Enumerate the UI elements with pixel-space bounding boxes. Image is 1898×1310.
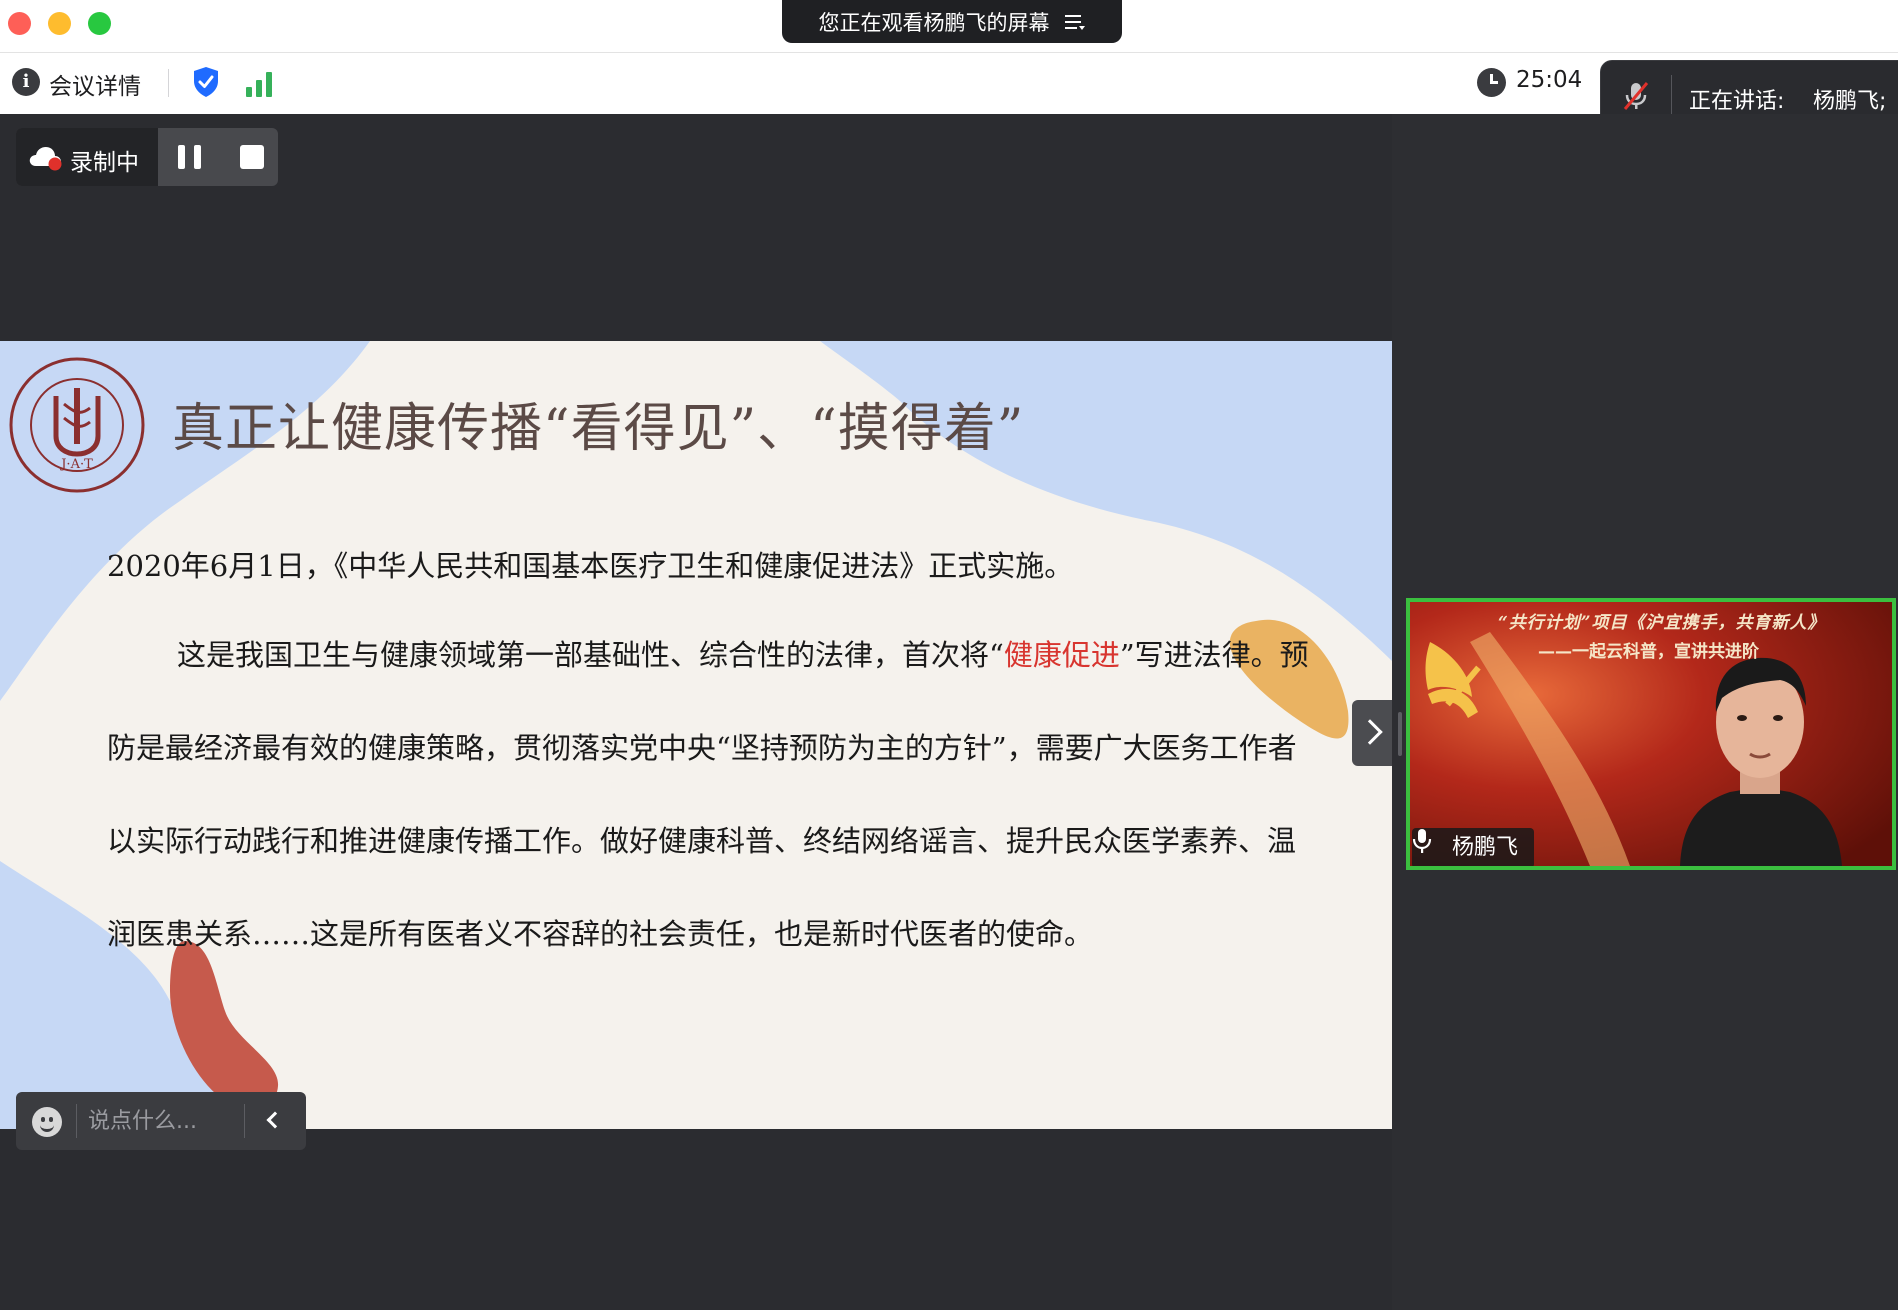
stop-recording-button[interactable] bbox=[240, 145, 264, 169]
sharing-banner[interactable]: 您正在观看杨鹏飞的屏幕 bbox=[782, 0, 1122, 43]
recording-label: 录制中 bbox=[70, 150, 139, 176]
logo-text: J·A·T bbox=[59, 457, 93, 472]
university-logo: J·A·T bbox=[9, 357, 145, 493]
next-page-button[interactable] bbox=[1352, 700, 1392, 766]
close-window-button[interactable] bbox=[8, 12, 31, 35]
video-banner-line2: ——一起云科普，宣讲共进阶 bbox=[1538, 642, 1759, 662]
clock-icon bbox=[1477, 68, 1506, 97]
mic-muted-icon[interactable] bbox=[1621, 81, 1651, 111]
meeting-timer: 25:04 bbox=[1516, 67, 1583, 93]
presentation-slide: J·A·T 真正让健康传播“看得见”、“摸得着” 2020年6月1日，《中华人民… bbox=[0, 341, 1392, 1129]
slide-date-line: 2020年6月1日，《中华人民共和国基本医疗卫生和健康促进法》正式实施。 bbox=[107, 549, 1074, 583]
pause-recording-button[interactable] bbox=[174, 141, 210, 173]
recording-status[interactable]: 录制中 bbox=[16, 128, 158, 186]
slide-body-before: 这是我国卫生与健康领域第一部基础性、综合性的法律，首次将“ bbox=[177, 638, 1004, 672]
info-icon[interactable]: i bbox=[12, 68, 40, 96]
minimize-window-button[interactable] bbox=[48, 12, 71, 35]
sharing-banner-label: 您正在观看杨鹏飞的屏幕 bbox=[818, 10, 1050, 35]
chat-input[interactable] bbox=[88, 1102, 238, 1140]
chat-divider bbox=[76, 1104, 77, 1138]
network-signal-icon[interactable] bbox=[246, 69, 276, 97]
chat-bar bbox=[16, 1092, 306, 1150]
meeting-details-link[interactable]: 会议详情 bbox=[49, 67, 141, 101]
slide-body-after: ”写进法律。预防是最经济最有效的健康策略，贯彻落实党中央“坚持预防为主的方针”，… bbox=[107, 638, 1309, 951]
participant-name: 杨鹏飞 bbox=[1452, 835, 1519, 860]
speaking-label: 正在讲话: bbox=[1689, 89, 1785, 114]
video-banner-line1: “共行计划”项目《沪宜携手，共育新人》 bbox=[1498, 613, 1826, 633]
fullscreen-window-button[interactable] bbox=[88, 12, 111, 35]
emoji-icon[interactable] bbox=[32, 1107, 62, 1137]
collapse-chat-icon[interactable] bbox=[266, 1111, 284, 1129]
mic-icon bbox=[1412, 829, 1432, 853]
toolbar-divider bbox=[168, 69, 169, 97]
slide-body: 这是我国卫生与健康领域第一部基础性、综合性的法律，首次将“健康促进”写进法律。预… bbox=[107, 609, 1322, 981]
sidebar-resize-handle[interactable] bbox=[1398, 712, 1402, 756]
security-shield-icon[interactable] bbox=[192, 66, 220, 98]
view-options-icon[interactable] bbox=[1064, 12, 1086, 32]
slide-body-highlight: 健康促进 bbox=[1003, 638, 1120, 672]
speaking-divider bbox=[1671, 75, 1672, 115]
cloud-recording-icon bbox=[29, 147, 62, 171]
participant-name-tag: 杨鹏飞 bbox=[1412, 828, 1535, 866]
title-bar: 您正在观看杨鹏飞的屏幕 bbox=[0, 0, 1898, 53]
chat-divider bbox=[244, 1104, 245, 1138]
speaking-name: 杨鹏飞; bbox=[1813, 89, 1887, 114]
participant-video-tile[interactable]: “共行计划”项目《沪宜携手，共育新人》 ——一起云科普，宣讲共进阶 杨鹏飞 bbox=[1406, 598, 1896, 870]
recording-controls: 录制中 bbox=[16, 128, 278, 186]
slide-title: 真正让健康传播“看得见”、“摸得着” bbox=[172, 399, 1025, 459]
